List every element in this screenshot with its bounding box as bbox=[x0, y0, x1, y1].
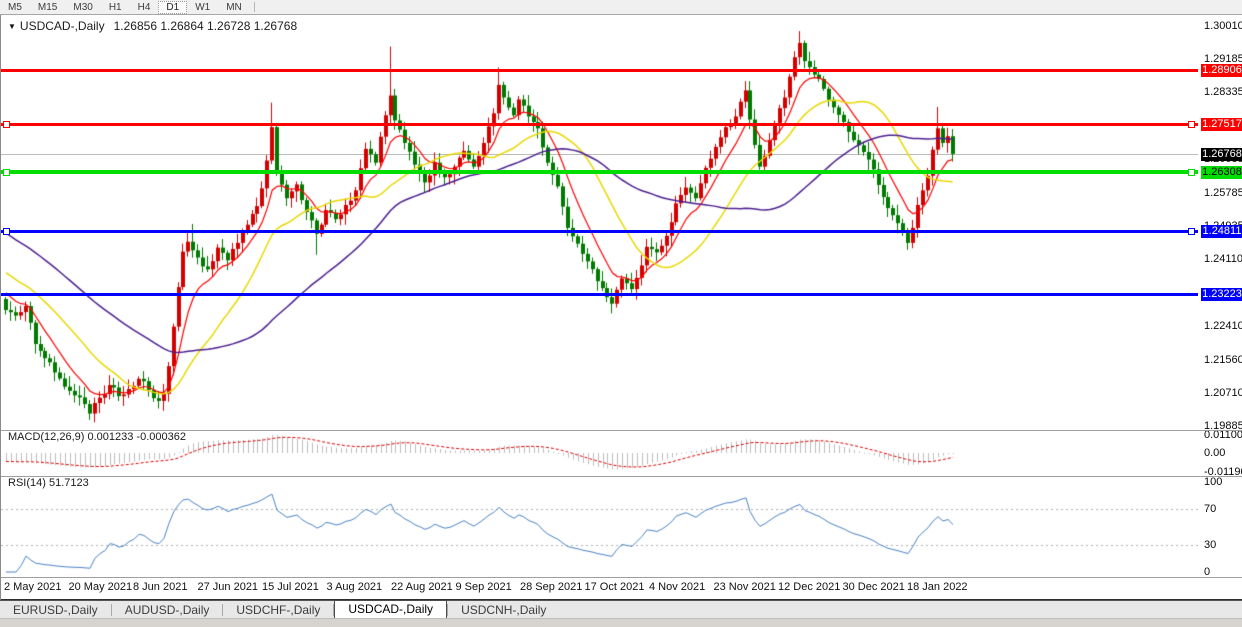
period-button-d1[interactable]: D1 bbox=[158, 1, 187, 14]
level-handle[interactable] bbox=[1188, 169, 1195, 176]
date-label: 15 Jul 2021 bbox=[262, 581, 319, 593]
level-handle[interactable] bbox=[3, 228, 10, 235]
price-badge-1.28906: 1.28906 bbox=[1201, 64, 1242, 77]
tab-usdcnh-daily[interactable]: USDCNH-,Daily bbox=[448, 602, 559, 619]
price-axis-label: 1.28335 bbox=[1204, 86, 1242, 98]
macd-axis-label: 0.00 bbox=[1204, 447, 1225, 459]
price-badge-1.26308: 1.26308 bbox=[1201, 166, 1242, 179]
period-button-mn[interactable]: MN bbox=[218, 1, 250, 14]
price-axis-label: 1.25785 bbox=[1204, 187, 1242, 199]
date-label: 18 Jan 2022 bbox=[907, 581, 968, 593]
chart-window: ▼ USDCAD-,Daily 1.26856 1.26864 1.26728 1.… bbox=[0, 15, 1242, 600]
date-label: 27 Jun 2021 bbox=[198, 581, 259, 593]
rsi-axis-label: 70 bbox=[1204, 503, 1216, 515]
period-button-m30[interactable]: M30 bbox=[65, 1, 100, 14]
price-axis-label: 1.24110 bbox=[1204, 253, 1242, 265]
date-label: 30 Dec 2021 bbox=[843, 581, 905, 593]
date-label: 8 Jun 2021 bbox=[133, 581, 187, 593]
pane-separator[interactable] bbox=[1, 430, 1242, 431]
chart-canvas[interactable] bbox=[1, 15, 1198, 599]
tab-usdchf-daily[interactable]: USDCHF-,Daily bbox=[223, 602, 333, 619]
date-label: 23 Nov 2021 bbox=[714, 581, 776, 593]
period-button-w1[interactable]: W1 bbox=[187, 1, 218, 14]
price-axis-label: 1.20710 bbox=[1204, 387, 1242, 399]
macd-pane-label: MACD(12,26,9) 0.001233 -0.000362 bbox=[8, 431, 186, 443]
date-label: 12 Dec 2021 bbox=[778, 581, 840, 593]
level-handle[interactable] bbox=[3, 169, 10, 176]
rsi-axis-label: 30 bbox=[1204, 539, 1216, 551]
rsi-axis-label: 100 bbox=[1204, 476, 1222, 488]
level-handle[interactable] bbox=[1188, 228, 1195, 235]
price-badge-1.26768: 1.26768 bbox=[1201, 148, 1242, 161]
symbol-dropdown-icon[interactable]: ▼ bbox=[8, 22, 16, 31]
timeframe-toolbar: M5M15M30H1H4D1W1MN bbox=[0, 0, 1242, 15]
price-badge-1.24811: 1.24811 bbox=[1201, 225, 1242, 238]
period-button-h1[interactable]: H1 bbox=[101, 1, 130, 14]
date-label: 22 Aug 2021 bbox=[391, 581, 453, 593]
chart-tab-bar: EURUSD-,DailyAUDUSD-,DailyUSDCHF-,DailyU… bbox=[0, 600, 1242, 619]
date-label: 17 Oct 2021 bbox=[585, 581, 645, 593]
period-button-m15[interactable]: M15 bbox=[30, 1, 65, 14]
date-label: 4 Nov 2021 bbox=[649, 581, 705, 593]
price-badge-1.23223: 1.23223 bbox=[1201, 288, 1242, 301]
rsi-pane-label: RSI(14) 51.7123 bbox=[8, 477, 89, 489]
symbol-label: USDCAD-,Daily bbox=[20, 19, 105, 33]
pane-separator[interactable] bbox=[1, 577, 1242, 578]
date-label: 20 May 2021 bbox=[69, 581, 133, 593]
level-line-1.24811[interactable] bbox=[1, 230, 1198, 233]
price-axis-label: 1.22410 bbox=[1204, 320, 1242, 332]
tab-audusd-daily[interactable]: AUDUSD-,Daily bbox=[112, 602, 223, 619]
level-handle[interactable] bbox=[3, 121, 10, 128]
tab-usdcad-daily[interactable]: USDCAD-,Daily bbox=[334, 600, 447, 619]
chart-title: ▼ USDCAD-,Daily 1.26856 1.26864 1.26728 1.… bbox=[8, 19, 297, 33]
price-axis-label: 1.21560 bbox=[1204, 354, 1242, 366]
level-handle[interactable] bbox=[1188, 121, 1195, 128]
level-line-1.27517[interactable] bbox=[1, 123, 1198, 126]
price-axis-label: 1.30010 bbox=[1204, 20, 1242, 32]
period-button-h4[interactable]: H4 bbox=[130, 1, 159, 14]
ohlc-readout: 1.26856 1.26864 1.26728 1.26768 bbox=[114, 19, 298, 33]
period-button-m5[interactable]: M5 bbox=[0, 1, 30, 14]
level-line-1.28906[interactable] bbox=[1, 69, 1198, 72]
date-label: 28 Sep 2021 bbox=[520, 581, 582, 593]
level-line-1.26308[interactable] bbox=[1, 170, 1198, 174]
tab-eurusd-daily[interactable]: EURUSD-,Daily bbox=[0, 602, 111, 619]
pane-separator[interactable] bbox=[1, 476, 1242, 477]
toolbar-separator bbox=[254, 2, 255, 12]
date-label: 2 May 2021 bbox=[4, 581, 61, 593]
date-label: 3 Aug 2021 bbox=[327, 581, 383, 593]
price-badge-1.27517: 1.27517 bbox=[1201, 118, 1242, 131]
level-line-1.23223[interactable] bbox=[1, 293, 1198, 296]
date-label: 9 Sep 2021 bbox=[456, 581, 512, 593]
